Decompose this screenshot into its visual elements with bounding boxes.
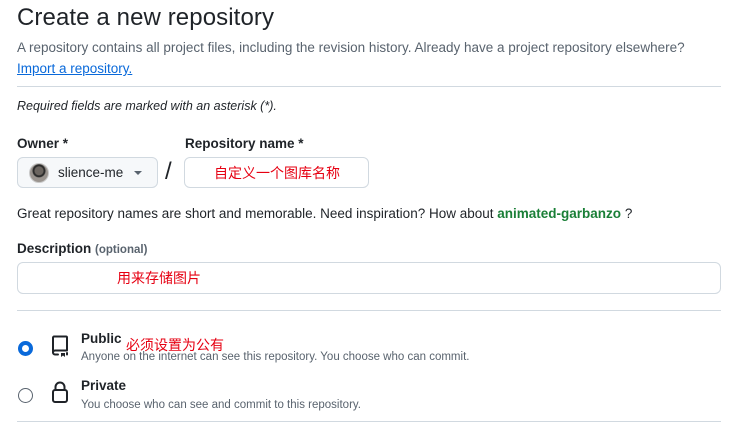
divider bbox=[17, 421, 721, 422]
divider bbox=[17, 310, 721, 311]
import-repository-link[interactable]: Import a repository. bbox=[17, 61, 132, 76]
optional-tag: (optional) bbox=[95, 244, 148, 256]
visibility-public-description: Anyone on the internet can see this repo… bbox=[81, 351, 470, 363]
hint-text: Great repository names are short and mem… bbox=[17, 206, 494, 221]
owner-dropdown-button[interactable]: slience-me bbox=[17, 157, 158, 188]
repository-name-hint: Great repository names are short and mem… bbox=[17, 206, 632, 221]
hint-suffix: ? bbox=[624, 206, 633, 221]
owner-name: slience-me bbox=[58, 165, 124, 180]
page-title: Create a new repository bbox=[17, 4, 275, 31]
visibility-private-label[interactable]: Private bbox=[81, 378, 126, 393]
description-input[interactable] bbox=[17, 262, 721, 294]
chevron-down-icon bbox=[134, 170, 143, 175]
divider bbox=[17, 86, 721, 87]
owner-repo-separator: / bbox=[165, 158, 172, 185]
visibility-private-description: You choose who can see and commit to thi… bbox=[81, 399, 361, 411]
repo-icon bbox=[52, 335, 68, 357]
visibility-public-label[interactable]: Public bbox=[81, 331, 122, 346]
repository-name-label: Repository name * bbox=[185, 136, 304, 151]
visibility-private-radio[interactable] bbox=[18, 388, 33, 403]
visibility-public-radio[interactable] bbox=[18, 341, 33, 356]
page-subtitle: A repository contains all project files,… bbox=[17, 40, 685, 55]
description-label-text: Description bbox=[17, 241, 92, 256]
name-suggestion-link[interactable]: animated-garbanzo bbox=[497, 206, 621, 221]
description-label: Description (optional) bbox=[17, 241, 147, 256]
avatar bbox=[29, 162, 49, 183]
lock-icon bbox=[52, 381, 68, 403]
owner-label: Owner * bbox=[17, 136, 69, 151]
required-fields-note: Required fields are marked with an aster… bbox=[17, 99, 277, 113]
repository-name-input[interactable] bbox=[184, 157, 369, 188]
